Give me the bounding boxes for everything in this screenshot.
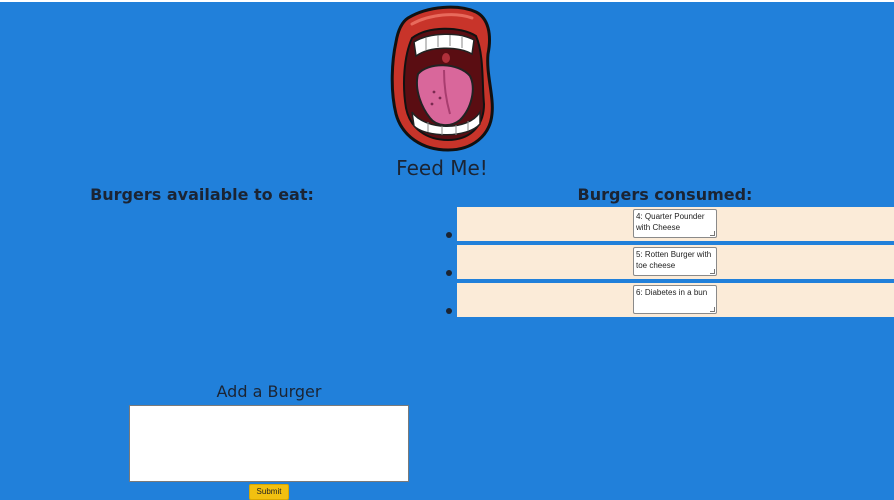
consumed-burger-text: 4: Quarter Pounder with Cheese bbox=[636, 212, 705, 232]
resize-grip-icon[interactable] bbox=[710, 269, 715, 274]
top-border bbox=[0, 0, 894, 2]
consumed-burger-text: 5: Rotten Burger with toe cheese bbox=[636, 250, 712, 270]
add-burger-heading: Add a Burger bbox=[216, 382, 322, 401]
page-title: Feed Me! bbox=[396, 156, 488, 180]
consumed-burger-text: 6: Diabetes in a bun bbox=[636, 288, 708, 297]
resize-grip-icon[interactable] bbox=[710, 307, 715, 312]
consumed-burger-item: 5: Rotten Burger with toe cheese bbox=[457, 245, 894, 279]
open-mouth-icon bbox=[390, 5, 494, 152]
list-bullet bbox=[446, 232, 452, 238]
resize-grip-icon[interactable] bbox=[710, 231, 715, 236]
burger-name-input[interactable] bbox=[129, 405, 409, 482]
consumed-burger-textarea[interactable]: 6: Diabetes in a bun bbox=[633, 285, 717, 314]
consumed-burger-textarea[interactable]: 4: Quarter Pounder with Cheese bbox=[633, 209, 717, 238]
list-bullet bbox=[446, 270, 452, 276]
consumed-burger-item: 4: Quarter Pounder with Cheese bbox=[457, 207, 894, 241]
consumed-burgers-heading: Burgers consumed: bbox=[577, 185, 753, 204]
list-bullet bbox=[446, 308, 452, 314]
available-burgers-heading: Burgers available to eat: bbox=[90, 185, 314, 204]
consumed-burger-item: 6: Diabetes in a bun bbox=[457, 283, 894, 317]
consumed-burger-textarea[interactable]: 5: Rotten Burger with toe cheese bbox=[633, 247, 717, 276]
